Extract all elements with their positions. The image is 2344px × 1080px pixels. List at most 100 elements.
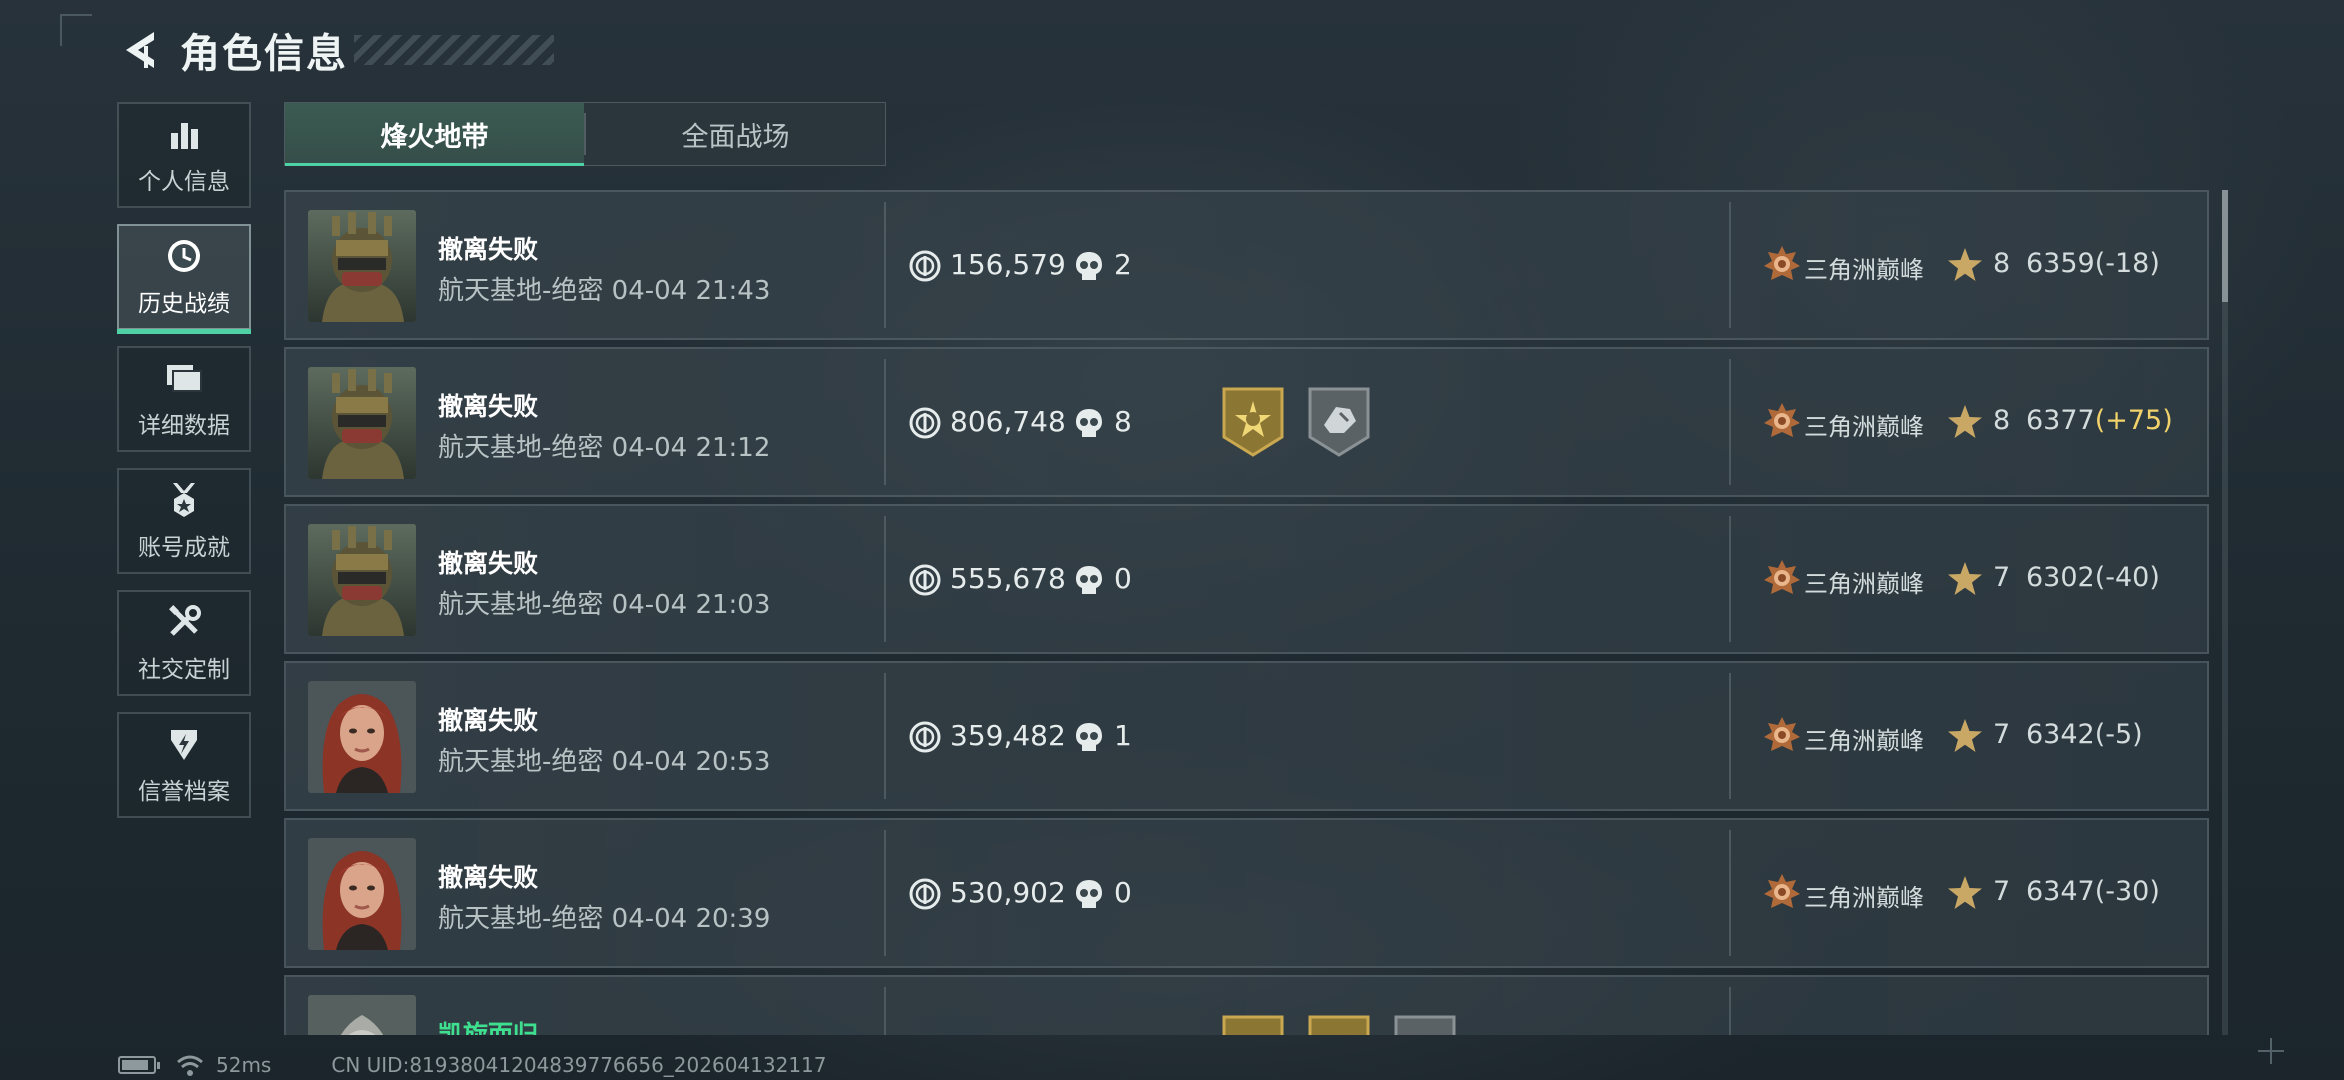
column-divider [884, 987, 886, 1035]
column-divider [1729, 830, 1731, 956]
rank-score: 6342(-5) [2026, 719, 2143, 750]
kill-count: 0 [1114, 876, 1132, 909]
coin-icon [909, 250, 941, 282]
mode-tabs: 烽火地带 全面战场 [284, 102, 886, 166]
ping-text: 52ms [216, 1053, 272, 1077]
page-title: 角色信息 [180, 31, 348, 77]
tab-full-battlefield[interactable]: 全面战场 [586, 103, 885, 165]
rank-level: 8 [1993, 248, 2011, 279]
gold-star-badge-icon[interactable] [1220, 385, 1286, 459]
skull-icon [1074, 878, 1104, 910]
match-result: 撤离失败 [438, 863, 539, 892]
sidebar-item-label: 历史战绩 [138, 291, 230, 317]
loot-value: 156,579 [950, 248, 1066, 281]
match-result: 撤离失败 [438, 235, 539, 264]
rank-score: 6359(-18) [2026, 248, 2160, 279]
column-divider [1729, 359, 1731, 485]
kill-count: 0 [1114, 562, 1132, 595]
rank-level: 8 [1993, 405, 2011, 436]
score-value: 6359 [2026, 248, 2095, 279]
match-record-row[interactable]: 撤离失败 航天基地-绝密 04-04 20:53 359,482 1 三角洲巅峰 7 634… [284, 661, 2209, 811]
sidebar-item-label: 社交定制 [138, 657, 230, 683]
corner-plus-decoration [2258, 1038, 2284, 1064]
operator-avatar [308, 210, 416, 322]
match-record-row[interactable]: 撤离失败 航天基地-绝密 04-04 21:12 806,748 8 三角洲巅峰 8 637… [284, 347, 2209, 497]
sidebar-item-detailed-data[interactable]: 详细数据 [117, 346, 251, 452]
map-and-time: 航天基地-绝密 04-04 20:39 [438, 904, 771, 934]
scroll-thumb[interactable] [2222, 190, 2228, 302]
rank-score: 6302(-40) [2026, 562, 2160, 593]
score-delta: (-40) [2094, 562, 2160, 593]
shield-icon [164, 724, 204, 764]
corner-bracket-decoration [60, 14, 92, 46]
map-and-time: 航天基地-绝密 04-04 20:53 [438, 747, 771, 777]
match-record-row[interactable]: 撤离失败 航天基地-绝密 04-04 20:39 530,902 0 三角洲巅峰 7 634… [284, 818, 2209, 968]
kill-count: 1 [1114, 719, 1132, 752]
bar-chart-icon [164, 114, 204, 154]
gold-badge-icon[interactable] [1220, 1013, 1286, 1035]
skull-icon [1074, 250, 1104, 282]
score-delta: (-5) [2094, 719, 2143, 750]
skull-icon [1074, 721, 1104, 753]
gold-badge-icon[interactable] [1306, 1013, 1372, 1035]
sidebar-item-personal-info[interactable]: 个人信息 [117, 102, 251, 208]
score-value: 6302 [2026, 562, 2095, 593]
kill-count: 8 [1114, 405, 1132, 438]
coin-icon [909, 564, 941, 596]
coin-icon [909, 407, 941, 439]
map-and-time: 航天基地-绝密 04-04 21:12 [438, 433, 771, 463]
match-record-row[interactable]: 撤离失败 航天基地-绝密 04-04 21:03 555,678 0 三角洲巅峰 7 630… [284, 504, 2209, 654]
skull-icon [1074, 407, 1104, 439]
column-divider [1729, 516, 1731, 642]
column-divider [884, 673, 886, 799]
back-arrow-icon[interactable] [118, 27, 162, 73]
sidebar-item-label: 信誉档案 [138, 779, 230, 805]
sidebar-item-history[interactable]: 历史战绩 [117, 224, 251, 334]
tab-beacon-zone[interactable]: 烽火地带 [285, 103, 584, 166]
sidebar-item-credit-record[interactable]: 信誉档案 [117, 712, 251, 818]
rank-emblem-icon [1762, 558, 1802, 598]
column-divider [1729, 202, 1731, 328]
star-icon [1946, 874, 1984, 912]
operator-avatar [308, 995, 416, 1035]
score-delta: (-30) [2094, 876, 2160, 907]
map-and-time: 航天基地-绝密 04-04 21:03 [438, 590, 771, 620]
match-history-list: 撤离失败 航天基地-绝密 04-04 21:43 156,579 2 三角洲巅峰 8 635… [284, 190, 2209, 1035]
rank-level: 7 [1993, 876, 2011, 907]
tools-icon [164, 602, 204, 642]
rank-score: 6377(+75) [2026, 405, 2173, 436]
star-icon [1946, 403, 1984, 441]
sidebar-item-label: 个人信息 [138, 169, 230, 195]
folder-icon [164, 358, 204, 398]
score-value: 6347 [2026, 876, 2095, 907]
gray-badge-icon[interactable] [1392, 1013, 1458, 1035]
match-result: 凯旋而归 [438, 1020, 539, 1035]
kill-count: 2 [1114, 248, 1132, 281]
operator-avatar [308, 838, 416, 950]
rank-emblem-icon [1762, 401, 1802, 441]
sidebar-item-achievements[interactable]: 账号成就 [117, 468, 251, 574]
score-delta: (+75) [2094, 405, 2173, 436]
gray-hand-badge-icon[interactable] [1306, 385, 1372, 459]
star-icon [1946, 246, 1984, 284]
loot-value: 806,748 [950, 405, 1066, 438]
star-icon [1946, 717, 1984, 755]
match-record-row[interactable]: 撤离失败 航天基地-绝密 04-04 21:43 156,579 2 三角洲巅峰 8 635… [284, 190, 2209, 340]
sidebar-item-social-custom[interactable]: 社交定制 [117, 590, 251, 696]
match-record-row[interactable]: 凯旋而归 [284, 975, 2209, 1035]
scrollbar[interactable] [2222, 190, 2228, 1035]
loot-value: 555,678 [950, 562, 1066, 595]
sidebar-item-label: 账号成就 [138, 535, 230, 561]
status-bar: 52ms CN UID:8193804120483977665​6_202604… [118, 1052, 827, 1078]
rank-name: 三角洲巅峰 [1804, 256, 1924, 284]
column-divider [1729, 987, 1731, 1035]
loot-value: 359,482 [950, 719, 1066, 752]
rank-name: 三角洲巅峰 [1804, 570, 1924, 598]
clock-icon [164, 236, 204, 276]
rank-level: 7 [1993, 719, 2011, 750]
medal-icon [164, 480, 204, 520]
match-result: 撤离失败 [438, 392, 539, 421]
wifi-icon [177, 1055, 203, 1076]
rank-emblem-icon [1762, 872, 1802, 912]
rank-name: 三角洲巅峰 [1804, 884, 1924, 912]
